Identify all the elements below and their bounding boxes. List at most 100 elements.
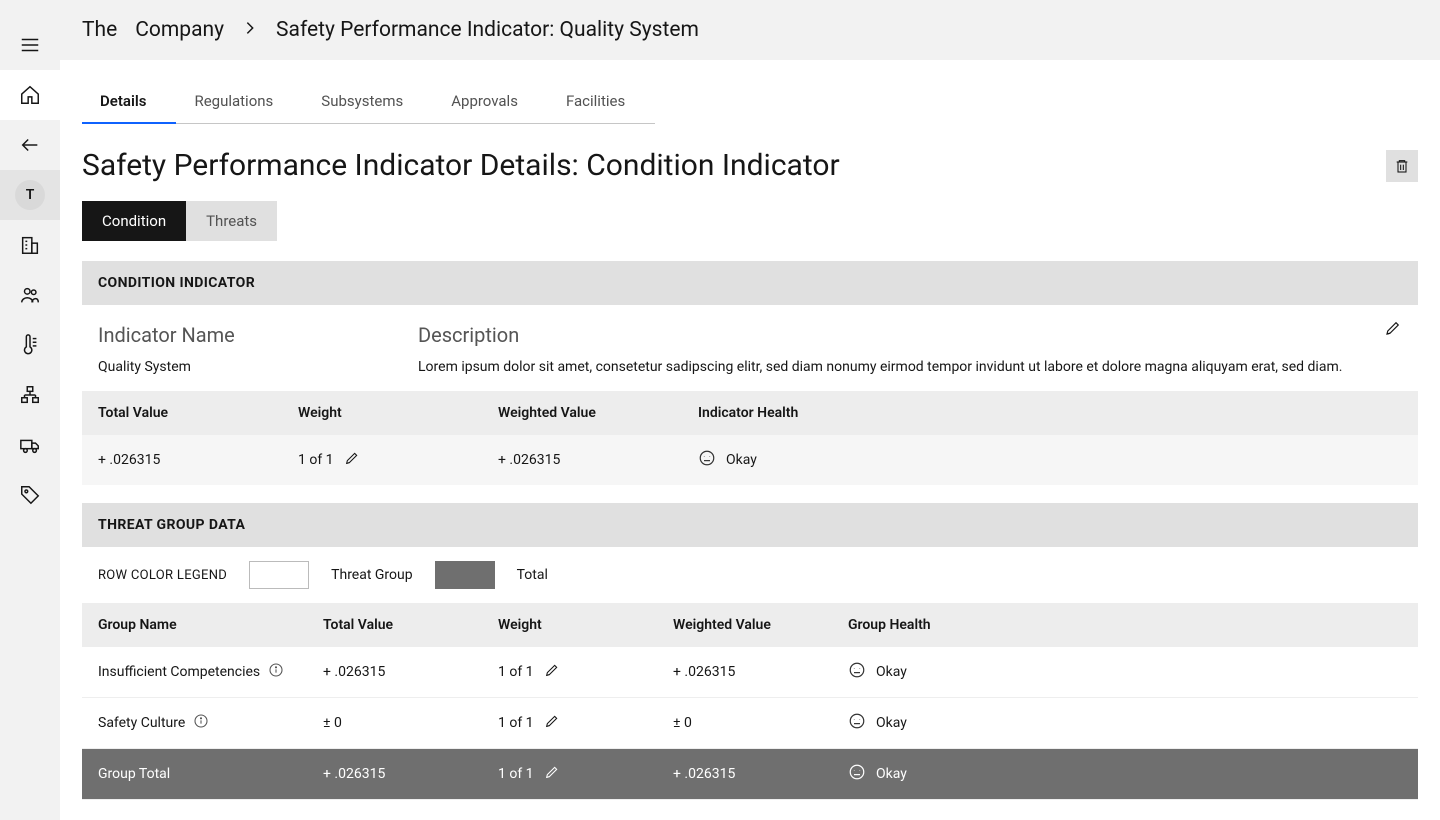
delete-button[interactable] — [1386, 150, 1418, 182]
col-weighted-value: Weighted Value — [498, 405, 698, 421]
pencil-icon — [544, 713, 560, 729]
tab-facilities[interactable]: Facilities — [548, 80, 655, 124]
sidebar-item-tag[interactable] — [0, 470, 60, 520]
indicator-health-value: Okay — [726, 452, 757, 468]
avatar: T — [15, 180, 45, 210]
face-neutral-icon — [848, 661, 866, 683]
col-group-health: Group Health — [848, 617, 1402, 633]
legend-total-text: Total — [517, 567, 548, 583]
tg-total-value-cell: + .026315 — [323, 664, 498, 680]
legend-swatch-threat — [249, 561, 309, 589]
group-total-health: Okay — [876, 766, 907, 782]
people-icon — [19, 284, 41, 306]
sidebar-item-truck[interactable] — [0, 420, 60, 470]
table-row: Insufficient Competencies + .026315 1 of… — [82, 647, 1418, 698]
col-group-name: Group Name — [98, 617, 323, 633]
pencil-icon — [344, 450, 360, 466]
info-button[interactable] — [193, 713, 209, 733]
tg-weighted-value-cell: ± 0 — [673, 715, 848, 731]
truck-icon — [19, 434, 41, 456]
arrow-left-icon — [19, 134, 41, 156]
info-icon — [268, 662, 284, 678]
edit-weight-button[interactable] — [544, 662, 560, 682]
col-weight: Weight — [298, 405, 498, 421]
tg-weighted-value-cell: + .026315 — [673, 664, 848, 680]
back-button[interactable] — [0, 120, 60, 170]
sidebar-item-thermometer[interactable] — [0, 320, 60, 370]
group-name-cell: Safety Culture — [98, 715, 185, 731]
tab-subsystems[interactable]: Subsystems — [303, 80, 433, 124]
condition-panel: CONDITION INDICATOR Indicator Name Quali… — [82, 261, 1418, 485]
pencil-icon — [544, 662, 560, 678]
face-neutral-icon — [848, 712, 866, 734]
menu-icon — [19, 34, 41, 56]
tg-total-value-cell: ± 0 — [323, 715, 498, 731]
home-icon — [19, 84, 41, 106]
indicator-name-label: Indicator Name — [98, 323, 418, 347]
sidebar: T — [0, 0, 60, 820]
chevron-right-icon — [242, 18, 258, 42]
col-tg-weight: Weight — [498, 617, 673, 633]
tg-weight-cell: 1 of 1 — [498, 715, 534, 731]
tab-details[interactable]: Details — [82, 80, 176, 124]
col-indicator-health: Indicator Health — [698, 405, 1402, 421]
segment-condition[interactable]: Condition — [82, 201, 186, 241]
legend-label: ROW COLOR LEGEND — [98, 568, 227, 583]
edit-weight-button[interactable] — [544, 764, 560, 784]
trash-icon — [1394, 158, 1410, 174]
col-total-value: Total Value — [98, 405, 298, 421]
threat-group-panel: THREAT GROUP DATA ROW COLOR LEGEND Threa… — [82, 503, 1418, 800]
thermometer-icon — [19, 334, 41, 356]
group-total-name: Group Total — [98, 766, 170, 782]
edit-weight-button[interactable] — [544, 713, 560, 733]
group-name-cell: Insufficient Competencies — [98, 664, 260, 680]
pencil-icon — [1384, 319, 1402, 337]
group-health-value: Okay — [876, 715, 907, 731]
group-health-value: Okay — [876, 664, 907, 680]
pencil-icon — [544, 764, 560, 780]
segmented-control: Condition Threats — [82, 201, 1418, 241]
description-value: Lorem ipsum dolor sit amet, consetetur s… — [418, 359, 1402, 375]
tab-regulations[interactable]: Regulations — [176, 80, 303, 124]
threat-panel-header: THREAT GROUP DATA — [82, 503, 1418, 547]
tabs: Details Regulations Subsystems Approvals… — [60, 60, 1440, 124]
sidebar-item-building[interactable] — [0, 220, 60, 270]
legend-swatch-total — [435, 561, 495, 589]
edit-weight-button[interactable] — [344, 450, 360, 470]
table-row: Safety Culture ± 0 1 of 1 ± 0 Okay — [82, 698, 1418, 749]
breadcrumb-current: Safety Performance Indicator: Quality Sy… — [276, 18, 699, 42]
legend-threat-text: Threat Group — [331, 567, 412, 583]
col-tg-weighted-value: Weighted Value — [673, 617, 848, 633]
avatar-button[interactable]: T — [0, 170, 60, 220]
home-button[interactable] — [0, 70, 60, 120]
tag-icon — [19, 484, 41, 506]
col-tg-total-value: Total Value — [323, 617, 498, 633]
description-label: Description — [418, 323, 1402, 347]
indicator-name-value: Quality System — [98, 359, 418, 375]
table-row-total: Group Total + .026315 1 of 1 + .026315 O… — [82, 749, 1418, 800]
page-title: Safety Performance Indicator Details: Co… — [82, 148, 840, 183]
weighted-value-cell: + .026315 — [498, 452, 698, 468]
info-icon — [193, 713, 209, 729]
tg-weight-cell: 1 of 1 — [498, 664, 534, 680]
edit-indicator-button[interactable] — [1384, 319, 1402, 341]
tab-approvals[interactable]: Approvals — [433, 80, 548, 124]
group-total-weighted-value: + .026315 — [673, 766, 848, 782]
weight-cell: 1 of 1 — [298, 452, 334, 468]
condition-panel-header: CONDITION INDICATOR — [82, 261, 1418, 305]
total-value-cell: + .026315 — [98, 452, 298, 468]
sidebar-item-org[interactable] — [0, 370, 60, 420]
org-chart-icon — [19, 384, 41, 406]
menu-button[interactable] — [0, 20, 60, 70]
breadcrumb: The Company Safety Performance Indicator… — [60, 0, 1440, 60]
segment-threats[interactable]: Threats — [186, 201, 277, 241]
building-icon — [19, 234, 41, 256]
group-total-total-value: + .026315 — [323, 766, 498, 782]
face-neutral-icon — [698, 449, 716, 471]
face-neutral-icon — [848, 763, 866, 785]
sidebar-item-people[interactable] — [0, 270, 60, 320]
breadcrumb-company[interactable]: Company — [135, 18, 224, 42]
group-total-weight: 1 of 1 — [498, 766, 534, 782]
info-button[interactable] — [268, 662, 284, 682]
breadcrumb-root[interactable]: The — [82, 18, 117, 42]
